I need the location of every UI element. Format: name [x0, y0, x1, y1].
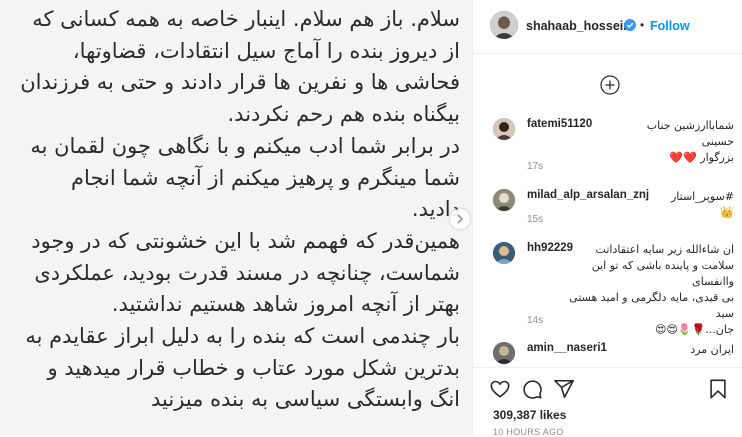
comment-text-line: ان شاءالله زیر سایه اعتقاداتت: [595, 243, 734, 256]
comment-text: شمابا‌ارزشین جناب حسینی بزرگوار ❤️❤️: [614, 118, 734, 166]
post-text-line: فحاشی ها و نفرین ها قرار دادند و حتی به …: [20, 70, 460, 95]
comment-text-line: سلامت و پاینده باشی که تو این واانفسای: [591, 259, 734, 288]
comment-item: fatemi51120 شمابا‌ارزشین جناب حسینی بزرگ…: [473, 118, 742, 173]
comment-text-line: بزرگوار ❤️❤️: [669, 151, 734, 164]
chevron-right-icon: [457, 214, 464, 224]
post-text-line: همین‌قدر که فهمم شد با این خشونتی که در …: [31, 228, 460, 253]
comment-time[interactable]: 17s: [527, 161, 543, 172]
comment-text-line: ایران مرد: [690, 343, 734, 356]
comments-list: fatemi51120 شمابا‌ارزشین جناب حسینی بزرگ…: [473, 55, 742, 367]
profile-photo-icon: [490, 11, 518, 39]
post-text-line: دادید.: [411, 197, 460, 222]
avatar[interactable]: [490, 11, 518, 39]
likes-count[interactable]: 309,387 likes: [493, 408, 566, 422]
share-icon[interactable]: [553, 378, 575, 400]
comment-time[interactable]: 15s: [527, 214, 543, 225]
plus-circle-icon: [600, 75, 620, 95]
comment-item: amin__naseri1 ایران مرد: [473, 342, 742, 367]
post-text-line: شماست، چنانچه در مسند قدرت بودید، عملکرد…: [34, 260, 460, 285]
post-text-line: سلام. باز هم سلام. اینبار خاصه به همه کس…: [32, 7, 460, 31]
comment-username[interactable]: amin__naseri1: [527, 342, 607, 354]
profile-photo-icon: [493, 118, 515, 140]
avatar[interactable]: [493, 118, 515, 140]
bookmark-icon[interactable]: [707, 378, 729, 400]
post-text: سلام. باز هم سلام. اینبار خاصه به همه کس…: [8, 4, 460, 416]
comment-text: #سوپر_استار👑: [664, 189, 734, 221]
profile-photo-icon: [493, 342, 515, 364]
post-text-line: شما مینگرم و پرهیز میکنم از آنچه شما انج…: [71, 165, 460, 190]
post-side-panel: shahaab_hosseini • Follow fatemi51120 شم…: [472, 0, 742, 437]
comment-text-line: شمابا‌ارزشین جناب حسینی: [646, 119, 734, 148]
comment-username[interactable]: fatemi51120: [527, 118, 592, 130]
comment-username[interactable]: milad_alp_arsalan_znj: [527, 189, 649, 201]
post-timestamp[interactable]: 10 HOURS AGO: [493, 427, 564, 437]
post-text-line: بهتر از آنچه امروز شاهد هستیم نداشتید.: [111, 292, 460, 317]
avatar[interactable]: [493, 189, 515, 211]
heart-icon[interactable]: [489, 378, 511, 400]
post-header: shahaab_hosseini • Follow: [473, 0, 742, 54]
profile-photo-icon: [493, 242, 515, 264]
comment-text: ان شاءالله زیر سایه اعتقاداتت سلامت و پا…: [552, 242, 734, 338]
load-more-comments-button[interactable]: [600, 75, 620, 95]
post-image: سلام. باز هم سلام. اینبار خاصه به همه کس…: [0, 0, 472, 435]
verified-badge-icon: [624, 19, 636, 31]
comment-text-line: بی قیدی، مایه دلگرمی و امید هستی سید: [569, 291, 734, 320]
post-text-line: از دیروز بنده را آماج سیل انتقادات، قضاو…: [72, 38, 460, 63]
post-text-line: انگ وابستگی سیاسی به بنده میزنید: [151, 387, 460, 412]
avatar[interactable]: [493, 242, 515, 264]
post-text-line: بدترین شکل مورد عتاب و خطاب قرار میدهید …: [47, 355, 460, 380]
comment-text-line: جان...🌹🌷😍😍: [654, 323, 734, 336]
username-link[interactable]: shahaab_hosseini: [526, 19, 634, 33]
comment-item: hh92229 ان شاءالله زیر سایه اعتقاداتت سل…: [473, 242, 742, 336]
post-text-line: بیگناه بنده هم رحم نکردند.: [227, 102, 461, 127]
comment-item: milad_alp_arsalan_znj #سوپر_استار👑 15s: [473, 189, 742, 229]
comment-text-line: #سوپر_استار👑: [670, 190, 734, 219]
avatar[interactable]: [493, 342, 515, 364]
separator-dot: •: [640, 18, 645, 32]
post-text-line: در برابر شما ادب میکنم و با نگاهی چون لق…: [30, 133, 460, 158]
post-actions: 309,387 likes 10 HOURS AGO: [473, 367, 742, 437]
comment-text: ایران مرد: [674, 342, 734, 358]
follow-button[interactable]: Follow: [650, 19, 690, 33]
carousel-next-button[interactable]: [450, 209, 470, 229]
profile-photo-icon: [493, 189, 515, 211]
post-text-line: بار چندمی است که بنده را به دلیل ابراز ع…: [25, 324, 460, 349]
comment-time[interactable]: 14s: [527, 315, 543, 326]
comment-icon[interactable]: [521, 378, 543, 400]
